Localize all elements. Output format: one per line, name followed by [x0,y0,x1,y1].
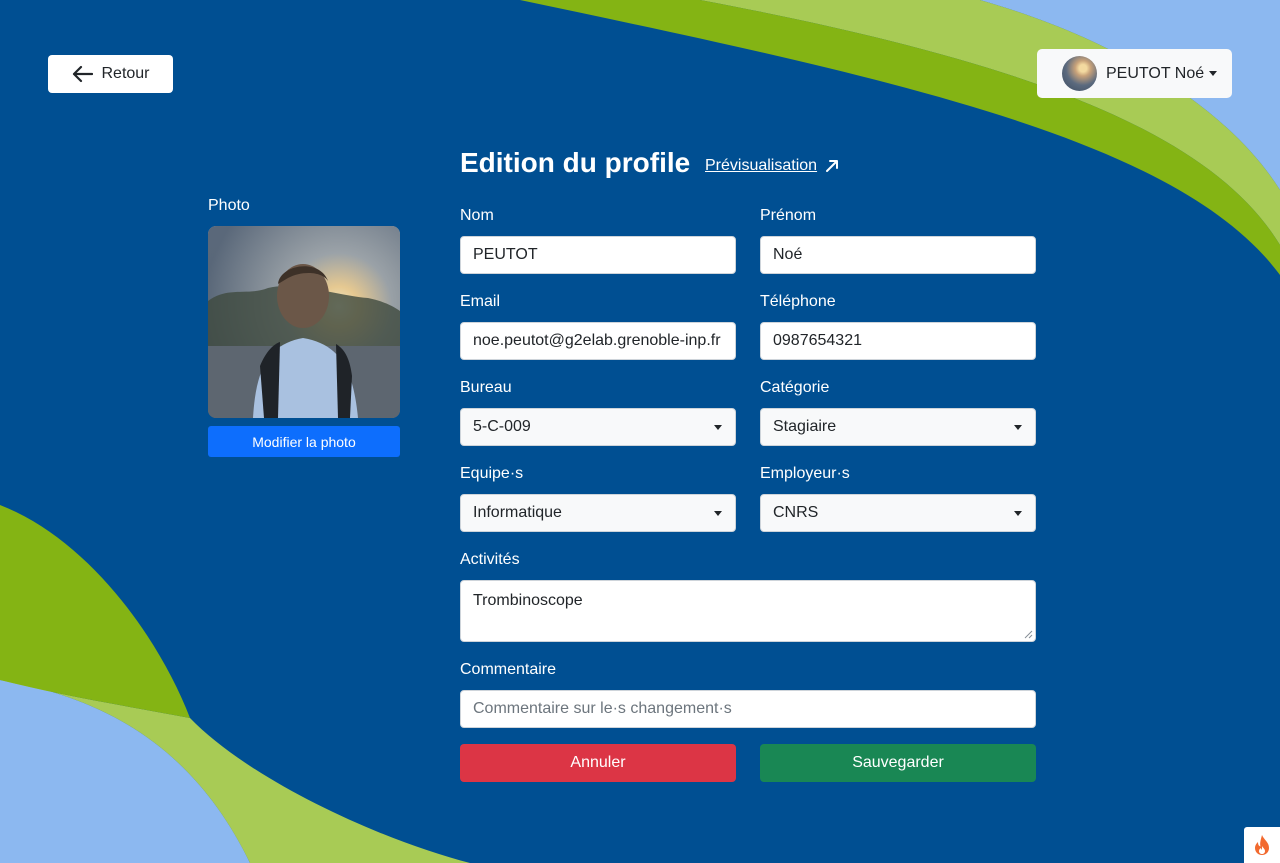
activites-value: Trombinoscope [473,592,583,609]
equipes-label: Equipe·s [460,465,524,482]
caret-down-icon [1014,510,1022,516]
commentaire-input[interactable]: Commentaire sur le·s changement·s [460,690,1036,728]
activites-textarea[interactable]: Trombinoscope [460,580,1036,642]
telephone-input[interactable]: 0987654321 [760,322,1036,360]
nom-label: Nom [460,207,494,224]
commentaire-placeholder: Commentaire sur le·s changement·s [473,700,732,717]
employeurs-label: Employeur·s [760,465,850,482]
employeurs-value: CNRS [773,504,819,521]
arrow-up-right-icon [826,160,839,172]
caret-down-icon [714,424,722,430]
preview-label: Prévisualisation [705,157,818,174]
user-name: PEUTOT Noé [1106,64,1205,82]
telephone-label: Téléphone [760,293,836,310]
arrow-left-icon [73,65,94,83]
debug-toolbar-badge[interactable] [1244,827,1280,863]
equipes-value: Informatique [473,504,562,521]
profile-photo [208,226,400,418]
email-input[interactable]: noe.peutot@g2elab.grenoble-inp.fr [460,322,736,360]
commentaire-label: Commentaire [460,661,557,678]
employeurs-select[interactable]: CNRS [760,494,1036,532]
prenom-input[interactable]: Noé [760,236,1036,274]
resize-grip-icon[interactable] [1024,630,1033,639]
activites-label: Activités [460,551,520,568]
avatar [1062,56,1097,91]
edit-photo-button[interactable]: Modifier la photo [208,426,400,457]
flame-icon [1255,835,1269,855]
bureau-label: Bureau [460,379,512,396]
equipes-select[interactable]: Informatique [460,494,736,532]
nom-input[interactable]: PEUTOT [460,236,736,274]
page-title: Edition du profile [460,147,691,178]
profile-photo-image [208,226,400,418]
back-label: Retour [101,65,150,82]
categorie-value: Stagiaire [773,418,837,435]
save-button[interactable]: Sauvegarder [760,744,1036,782]
prenom-label: Prénom [760,207,817,224]
email-label: Email [460,293,501,310]
caret-down-icon [714,510,722,516]
preview-link[interactable]: Prévisualisation [705,157,839,175]
back-button[interactable]: Retour [48,55,173,93]
user-menu-dropdown[interactable]: PEUTOT Noé [1037,49,1232,98]
cancel-button[interactable]: Annuler [460,744,736,782]
photo-label: Photo [208,197,250,214]
caret-down-icon [1014,424,1022,430]
caret-down-icon [1209,71,1218,76]
categorie-label: Catégorie [760,379,830,396]
categorie-select[interactable]: Stagiaire [760,408,1036,446]
bureau-value: 5-C-009 [473,418,531,435]
bureau-select[interactable]: 5-C-009 [460,408,736,446]
